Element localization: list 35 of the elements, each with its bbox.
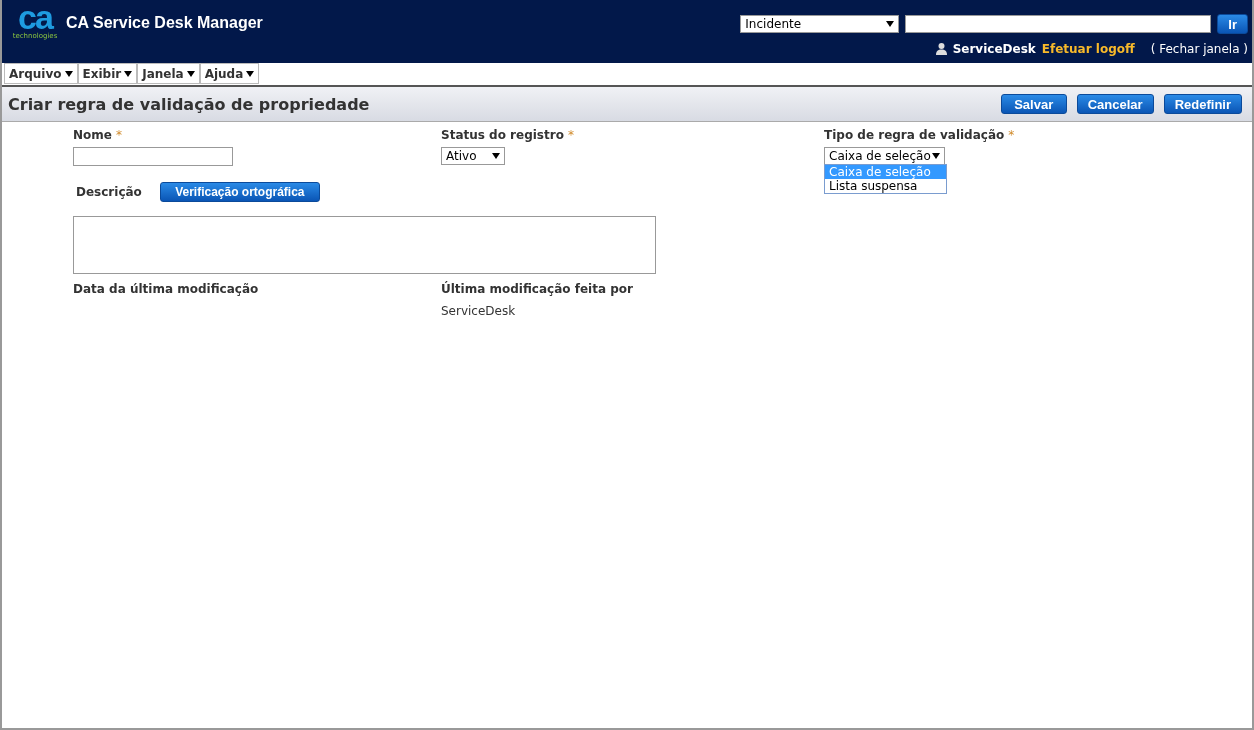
action-button[interactable]: Salvar bbox=[1000, 94, 1067, 114]
caret-icon bbox=[124, 70, 133, 77]
field-label: Tipo de regra de validação * bbox=[824, 128, 1016, 142]
field-label: Descrição bbox=[76, 185, 142, 199]
field-value: ServiceDesk bbox=[441, 304, 517, 318]
menu-item[interactable]: Janela bbox=[137, 63, 200, 84]
caret-icon bbox=[246, 70, 255, 77]
field-label: Data da última modificação bbox=[73, 282, 260, 296]
menu-item[interactable]: Ajuda bbox=[199, 63, 260, 84]
action-button[interactable]: Redefinir bbox=[1163, 94, 1242, 114]
caret-icon bbox=[886, 21, 895, 27]
menu-item[interactable]: Arquivo bbox=[4, 63, 78, 84]
field-label: Nome * bbox=[73, 128, 123, 142]
caret-icon bbox=[932, 153, 940, 159]
field-label: Última modificação feita por bbox=[441, 282, 634, 296]
status-select[interactable]: Ativo bbox=[441, 147, 505, 165]
spell-check-button[interactable]: Verificação ortográfica bbox=[159, 182, 320, 202]
caret-icon bbox=[492, 153, 500, 159]
product-title: CA Service Desk Manager bbox=[66, 14, 263, 32]
caret-icon bbox=[186, 70, 195, 77]
field-label: Status do registro * bbox=[441, 128, 575, 142]
menu-item[interactable]: Exibir bbox=[77, 63, 138, 84]
page-title: Criar regra de validação de propriedade bbox=[8, 94, 370, 114]
name-input[interactable] bbox=[73, 147, 233, 166]
close-window-link[interactable]: ( Fechar janela ) bbox=[1150, 42, 1248, 56]
caret-icon bbox=[64, 70, 73, 77]
go-button[interactable]: Ir bbox=[1217, 14, 1248, 34]
search-type-select[interactable]: Incidente bbox=[740, 15, 900, 33]
action-button[interactable]: Cancelar bbox=[1076, 94, 1154, 114]
description-input[interactable] bbox=[73, 216, 656, 274]
search-field[interactable] bbox=[905, 15, 1212, 33]
user-icon bbox=[935, 43, 947, 55]
rule-type-select[interactable]: Caixa de seleção bbox=[824, 147, 945, 165]
logoff-link[interactable]: Efetuar logoff bbox=[1041, 42, 1135, 56]
user-name: ServiceDesk bbox=[952, 42, 1036, 56]
